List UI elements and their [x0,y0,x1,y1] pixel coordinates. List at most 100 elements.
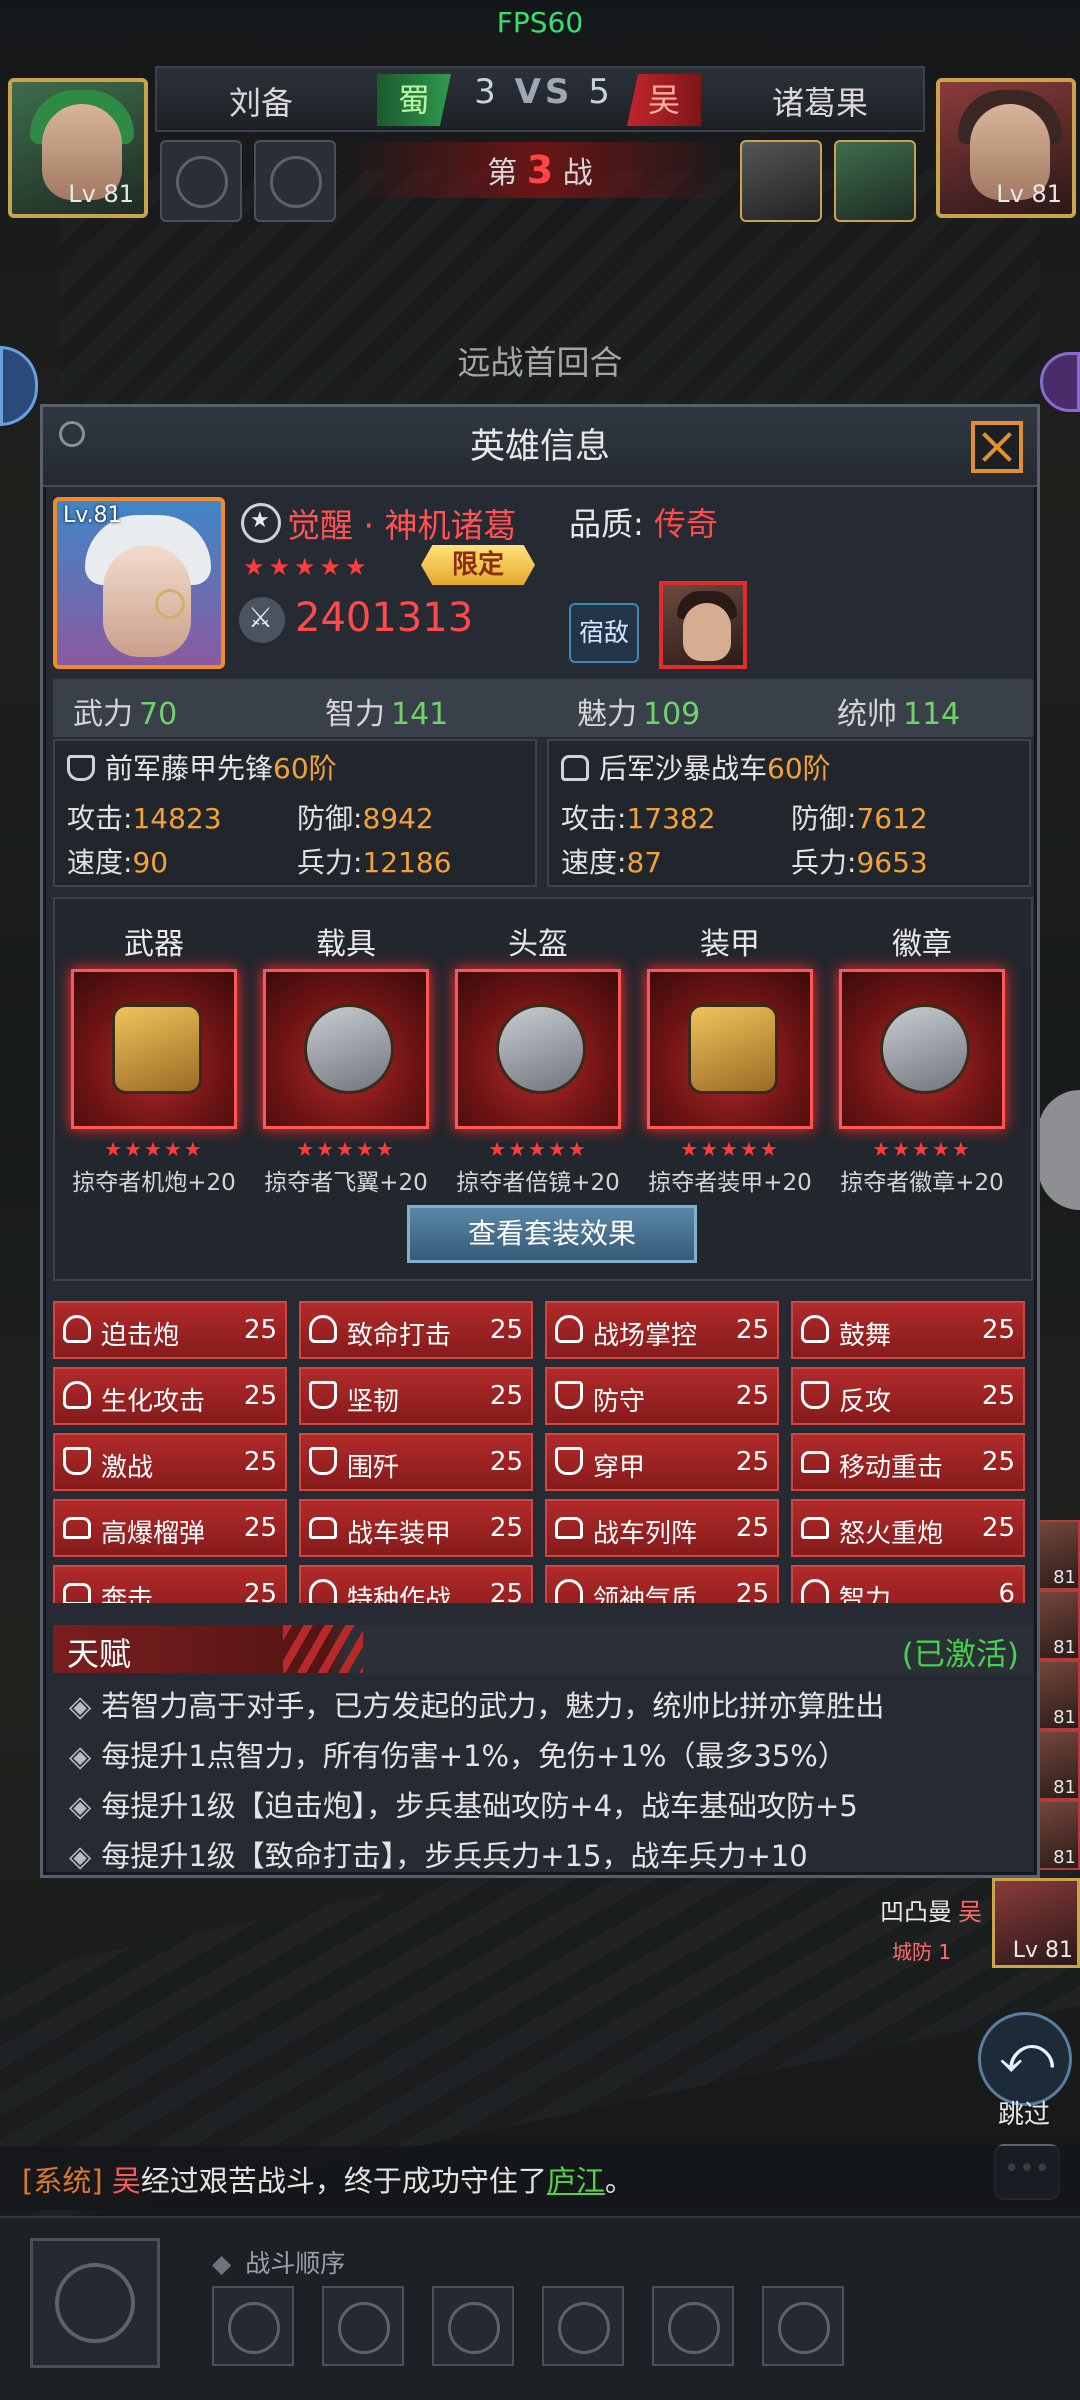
brain-icon [801,1579,829,1603]
vehicle-icon [801,1517,829,1539]
front-troop-card[interactable]: 前军藤甲先锋60阶 攻击:14823 防御:8942 速度:90 兵力:1218… [53,739,537,887]
skip-button[interactable] [978,2012,1072,2106]
skill-item[interactable]: 生化攻击 25 [53,1367,287,1425]
talent-header: 天赋 (已激活) [53,1625,1033,1673]
skill-item[interactable]: 迫击炮 25 [53,1301,287,1359]
skill-item[interactable]: 致命打击 25 [299,1301,533,1359]
vehicle-icon [801,1451,829,1473]
equip-stars: ★★★★★ [872,1137,972,1161]
infantry-icon [309,1315,337,1343]
troop-defense: 防御:8942 [297,802,434,835]
order-slot[interactable] [652,2286,734,2366]
left-commander-level: Lv 81 [68,180,134,208]
monocle-icon [155,589,185,619]
troop-speed: 速度:90 [67,846,169,879]
equip-name: 掠夺者机炮+20 [72,1170,236,1196]
nemesis-avatar[interactable] [659,581,747,669]
wu-faction-flag: 吴 [627,74,701,126]
equip-slot-label: 武器 [124,927,184,962]
talent-line: ◈ 每提升1级【迫击炮】，步兵基础攻防+4，战车基础攻防+5 [69,1789,858,1823]
battle-order-label: 战斗顺序 [212,2244,345,2280]
right-ally-green-hair[interactable] [834,140,916,222]
skill-item[interactable]: 鼓舞 25 [791,1301,1025,1359]
order-slot[interactable] [322,2286,404,2366]
skull-icon [270,156,322,208]
round-prefix: 第 [487,156,518,191]
round-suffix: 战 [562,156,593,191]
skill-item[interactable]: 战场掌控 25 [545,1301,779,1359]
view-set-effect-button[interactable]: 查看套装效果 [407,1205,697,1263]
skill-item[interactable]: 防守 25 [545,1367,779,1425]
shield-icon [801,1381,829,1409]
skill-item[interactable]: 移动重击 25 [791,1433,1025,1491]
round-number: 3 [526,148,554,192]
right-commander-avatar[interactable]: Lv 81 [936,78,1076,218]
attr-force: 武力 70 [73,697,178,732]
armor-icon [688,1004,778,1094]
attr-charm: 魅力 109 [577,697,701,732]
pin-icon [59,421,85,447]
enemy-avatar[interactable]: Lv 81 [992,1878,1080,1968]
equip-slot-label: 装甲 [700,927,760,962]
side-avatar-level: 81 [1053,1567,1076,1588]
equip-stars: ★★★★★ [104,1137,204,1161]
shield-icon [67,755,95,781]
left-player-name: 刘备 [229,84,294,122]
skull-icon [558,2302,610,2354]
talent-status: (已激活) [901,1637,1019,1673]
place-link[interactable]: 庐江 [547,2164,605,2198]
nemesis-button[interactable]: 宿敌 [569,603,639,663]
equip-name: 掠夺者倍镜+20 [456,1170,620,1196]
equip-name: 掠夺者飞翼+20 [264,1170,428,1196]
skill-item[interactable]: 智力 6 [791,1565,1025,1603]
left-ally-slot-1[interactable] [160,140,242,222]
skill-item[interactable]: 战车装甲 25 [299,1499,533,1557]
right-ally-gasmask[interactable] [740,140,822,222]
equip-stars: ★★★★★ [680,1137,780,1161]
tiger-badge-icon [880,1004,970,1094]
skill-item[interactable]: 激战 25 [53,1433,287,1491]
vehicle-icon [63,1517,91,1539]
skill-item[interactable]: 奔击 25 [53,1565,287,1603]
quality-row: 品质: 传奇 [569,499,718,545]
skull-icon [338,2302,390,2354]
vs-label: VS [514,72,574,112]
shu-faction-flag: 蜀 [377,74,451,126]
equip-stars: ★★★★★ [296,1137,396,1161]
left-commander-avatar[interactable]: Lv 81 [8,78,148,218]
shield-icon [555,1447,583,1475]
talent-line: ◈ 每提升1点智力，所有伤害+1%，免伤+1%（最多35%） [69,1739,847,1773]
skill-item[interactable]: 战车列阵 25 [545,1499,779,1557]
score-left: 3 [474,72,500,112]
bottom-bar [0,2216,1080,2400]
skill-item[interactable]: 坚韧 25 [299,1367,533,1425]
skill-item[interactable]: 围歼 25 [299,1433,533,1491]
order-slot[interactable] [212,2286,294,2366]
skull-icon [228,2302,280,2354]
rear-troop-card[interactable]: 后军沙暴战车60阶 攻击:17382 防御:7612 速度:87 兵力:9653 [547,739,1031,887]
troop-title: 后军沙暴战车60阶 [561,747,831,787]
hero-portrait: Lv.81 [53,497,225,669]
enemy-sub-label: 城防 1 [892,1940,952,1964]
shield-icon [555,1381,583,1409]
order-slot[interactable] [762,2286,844,2366]
talent-title: 天赋 [67,1635,132,1673]
cannon-icon [112,1004,202,1094]
order-slot[interactable] [542,2286,624,2366]
skill-item[interactable]: 反攻 25 [791,1367,1025,1425]
skill-item[interactable]: 领袖气质 25 [545,1565,779,1603]
skill-item[interactable]: 怒火重炮 25 [791,1499,1025,1557]
order-slot[interactable] [432,2286,514,2366]
vehicle-icon [309,1517,337,1539]
skill-item[interactable]: 特种作战 25 [299,1565,533,1603]
troop-speed: 速度:87 [561,846,663,879]
skill-item[interactable]: 穿甲 25 [545,1433,779,1491]
skill-item[interactable]: 高爆榴弹 25 [53,1499,287,1557]
close-button[interactable] [971,421,1023,473]
commander-slot[interactable] [30,2238,160,2368]
left-ally-slot-2[interactable] [254,140,336,222]
talent-line: ◈ 每提升1级【致命打击】，步兵兵力+15，战车兵力+10 [69,1839,808,1873]
vehicle-icon [63,1583,91,1603]
rank-emblem-icon [241,503,281,543]
right-commander-level: Lv 81 [996,180,1062,208]
